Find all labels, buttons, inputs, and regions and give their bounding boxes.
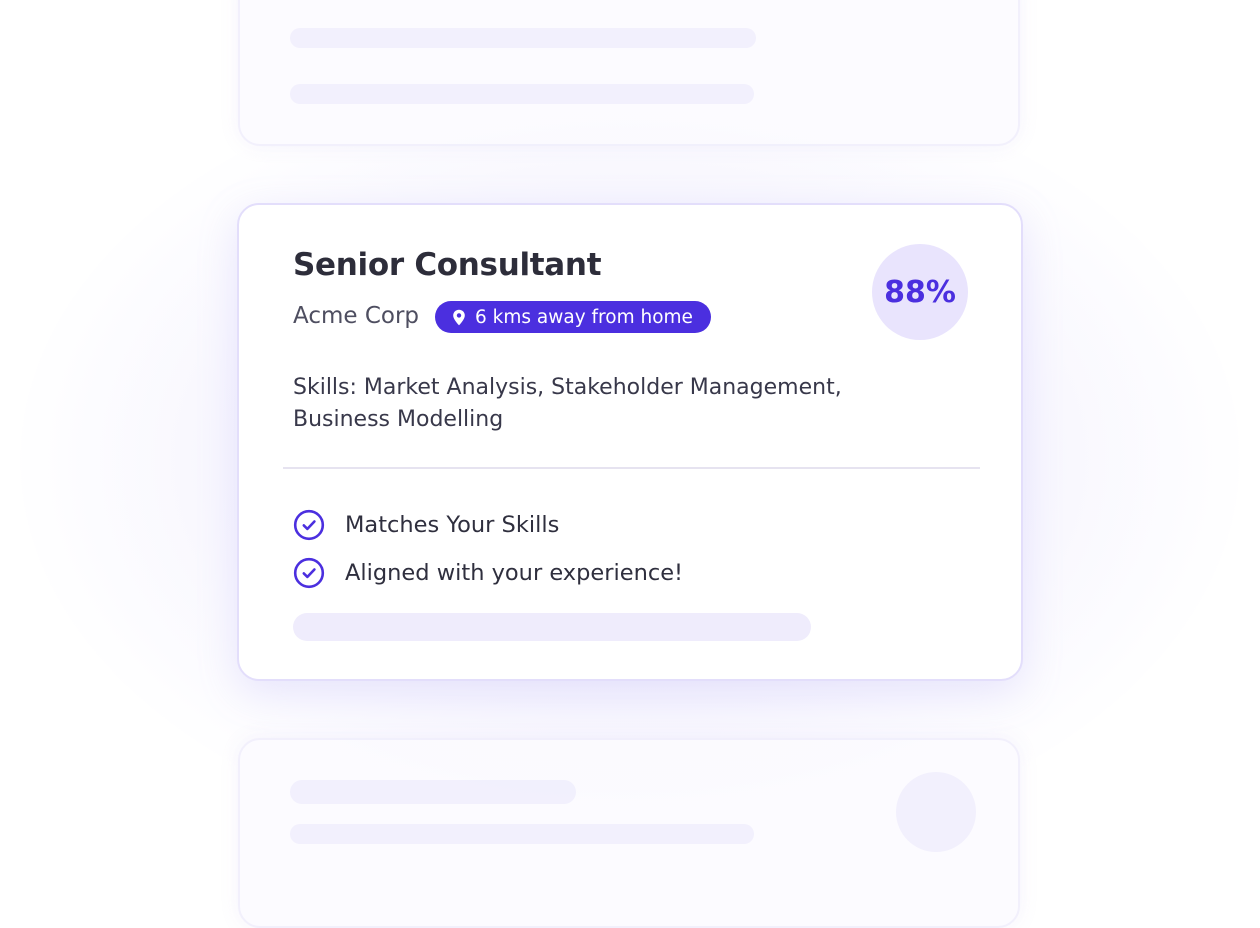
- skeleton-line: [293, 613, 811, 641]
- distance-badge: 6 kms away from home: [435, 301, 711, 333]
- skeleton-line: [290, 824, 754, 844]
- job-match-card[interactable]: Senior Consultant Acme Corp 6 kms away f…: [237, 203, 1023, 681]
- company-name: Acme Corp: [293, 303, 420, 329]
- skeleton-line: [290, 28, 756, 48]
- skeleton-avatar: [896, 772, 976, 852]
- placeholder-card-bottom: [238, 738, 1020, 928]
- highlight-label: Matches Your Skills: [345, 512, 560, 538]
- match-score-badge: 88%: [872, 244, 968, 340]
- placeholder-card-top: [238, 0, 1020, 146]
- highlight-item: Aligned with your experience!: [293, 557, 683, 589]
- divider: [283, 467, 980, 469]
- job-title: Senior Consultant: [293, 247, 602, 283]
- skeleton-line: [290, 84, 754, 104]
- check-circle-icon: [293, 557, 325, 589]
- location-pin-icon: [453, 309, 465, 325]
- skeleton-line: [290, 780, 576, 804]
- skills-text: Skills: Market Analysis, Stakeholder Man…: [293, 375, 842, 432]
- check-circle-icon: [293, 509, 325, 541]
- distance-label: 6 kms away from home: [475, 306, 693, 328]
- match-score-value: 88%: [884, 274, 956, 310]
- highlight-label: Aligned with your experience!: [345, 560, 684, 586]
- highlight-item: Matches Your Skills: [293, 509, 559, 541]
